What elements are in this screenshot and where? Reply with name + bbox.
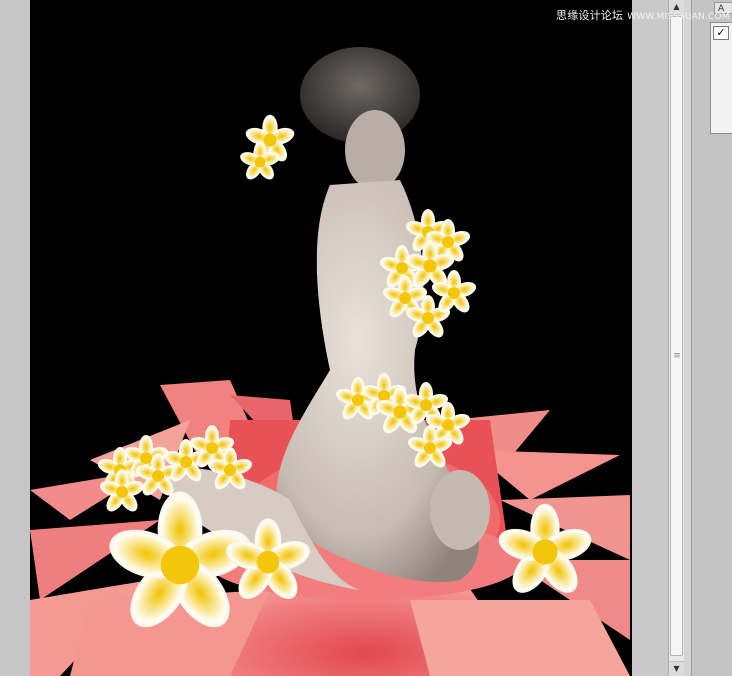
vertical-scrollbar[interactable]: ▲ ≡ ▼ xyxy=(668,0,684,676)
watermark-text: 思缘设计论坛 xyxy=(556,9,624,22)
chevron-down-icon: ▼ xyxy=(673,664,680,673)
watermark: 思缘设计论坛 WWW.MISSYUAN.COM xyxy=(556,7,730,23)
workspace-gutter-right xyxy=(632,0,668,676)
visibility-checkbox[interactable]: ✓ xyxy=(713,26,729,40)
scroll-down-button[interactable]: ▼ xyxy=(669,661,684,676)
side-panel: A ✓ xyxy=(692,0,732,676)
composite-photo xyxy=(30,47,630,676)
panel-divider[interactable] xyxy=(684,0,692,676)
grip-icon: ≡ xyxy=(673,351,681,361)
scroll-thumb[interactable]: ≡ xyxy=(670,16,683,656)
frangipani-cluster-hair xyxy=(238,114,297,183)
watermark-url: WWW.MISSYUAN.COM xyxy=(627,12,730,22)
panel-options-box: ✓ xyxy=(710,22,732,134)
image-canvas[interactable] xyxy=(30,0,632,676)
workspace-gutter-left xyxy=(0,0,30,676)
